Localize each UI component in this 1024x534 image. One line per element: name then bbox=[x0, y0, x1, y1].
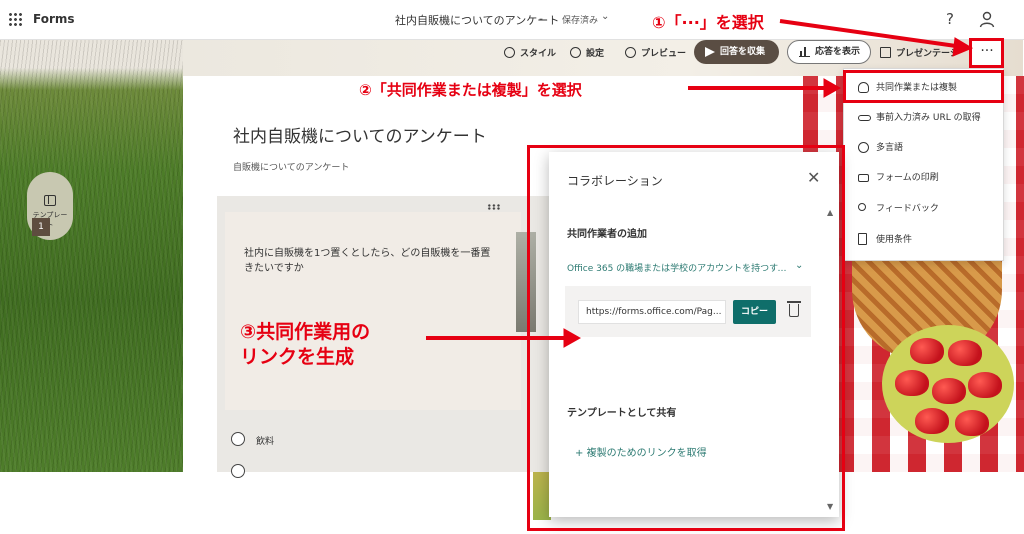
arrow-head-step2 bbox=[823, 78, 842, 98]
arrow-head-step1 bbox=[952, 37, 974, 57]
arrow-step1 bbox=[779, 19, 964, 49]
arrow-head-step3 bbox=[563, 328, 582, 348]
annotation-arrows bbox=[426, 19, 974, 348]
